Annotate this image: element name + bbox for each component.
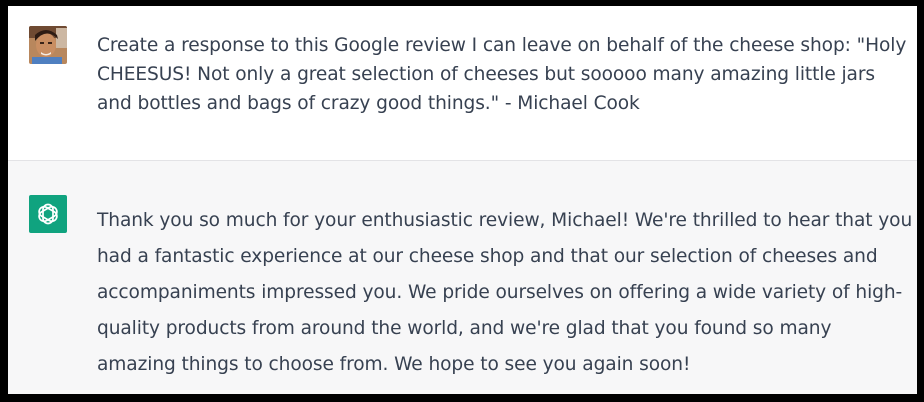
user-message: Create a response to this Google review … <box>8 6 917 161</box>
openai-logo-icon <box>38 203 58 225</box>
user-avatar <box>29 26 67 64</box>
assistant-avatar <box>29 195 67 233</box>
user-message-text: Create a response to this Google review … <box>97 35 907 114</box>
assistant-message: Thank you so much for your enthusiastic … <box>8 161 917 394</box>
chat-conversation: Create a response to this Google review … <box>8 6 917 394</box>
user-photo-avatar-icon <box>29 26 67 64</box>
assistant-message-text: Thank you so much for your enthusiastic … <box>97 210 913 375</box>
